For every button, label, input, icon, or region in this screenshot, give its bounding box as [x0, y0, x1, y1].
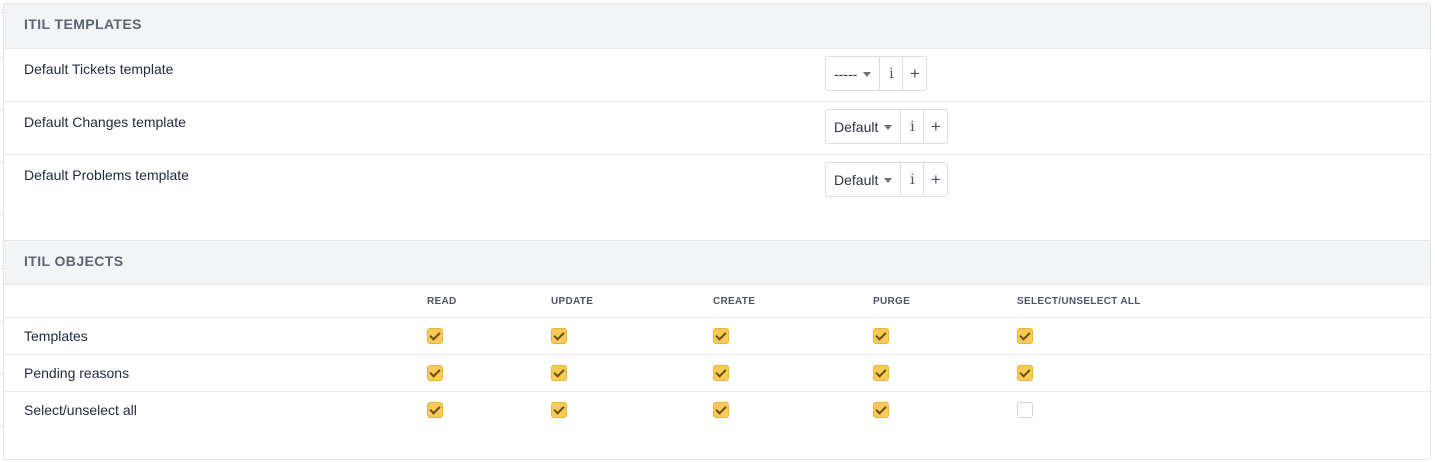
info-icon[interactable]: i	[901, 110, 925, 143]
default-changes-template-control: Default i +	[825, 109, 949, 144]
default-tickets-template-control: ----- i +	[825, 56, 928, 91]
plus-icon[interactable]: +	[903, 57, 926, 90]
default-changes-template-label: Default Changes template	[24, 114, 186, 130]
dropdown-value: -----	[834, 65, 858, 82]
read-checkbox[interactable]	[427, 328, 443, 344]
itil-templates-title: ITIL TEMPLATES	[24, 16, 142, 32]
itil-objects-title: ITIL OBJECTS	[24, 253, 124, 269]
read-checkbox[interactable]	[427, 402, 443, 418]
dropdown-value: Default	[834, 118, 879, 135]
read-checkbox[interactable]	[427, 365, 443, 381]
info-icon[interactable]: i	[880, 57, 904, 90]
plus-icon[interactable]: +	[924, 110, 947, 143]
chevron-down-icon	[884, 178, 893, 183]
default-tickets-template-row: Default Tickets template ----- i +	[4, 49, 1430, 102]
itil-templates-header: ITIL TEMPLATES	[4, 4, 1430, 49]
default-problems-template-dropdown[interactable]: Default	[826, 163, 902, 196]
info-icon[interactable]: i	[901, 163, 925, 196]
rights-row-label: Select/unselect all	[24, 402, 137, 418]
create-checkbox[interactable]	[713, 365, 729, 381]
column-header-select-all: SELECT/UNSELECT ALL	[1017, 296, 1141, 307]
default-tickets-template-dropdown[interactable]: -----	[826, 57, 881, 90]
plus-icon[interactable]: +	[924, 163, 947, 196]
update-checkbox[interactable]	[551, 402, 567, 418]
rights-row: Pending reasons	[4, 355, 1430, 392]
itil-objects-header: ITIL OBJECTS	[4, 240, 1430, 285]
select-all-checkbox[interactable]	[1017, 328, 1033, 344]
rights-row: Templates	[4, 318, 1430, 355]
default-problems-template-row: Default Problems template Default i +	[4, 155, 1430, 208]
update-checkbox[interactable]	[551, 365, 567, 381]
rights-row-label: Pending reasons	[24, 365, 130, 381]
purge-checkbox[interactable]	[873, 365, 889, 381]
select-all-checkbox[interactable]	[1017, 365, 1033, 381]
column-header-purge: PURGE	[873, 296, 911, 307]
default-changes-template-row: Default Changes template Default i +	[4, 102, 1430, 155]
column-header-create: CREATE	[713, 296, 756, 307]
update-checkbox[interactable]	[551, 328, 567, 344]
default-tickets-template-label: Default Tickets template	[24, 61, 174, 77]
rights-row-label: Templates	[24, 328, 88, 344]
default-problems-template-control: Default i +	[825, 162, 949, 197]
purge-checkbox[interactable]	[873, 328, 889, 344]
column-header-read: READ	[427, 296, 457, 307]
chevron-down-icon	[863, 72, 872, 77]
create-checkbox[interactable]	[713, 328, 729, 344]
rights-row: Select/unselect all	[4, 392, 1430, 429]
default-problems-template-label: Default Problems template	[24, 167, 189, 183]
profile-form-card: ITIL TEMPLATES Default Tickets template …	[3, 3, 1431, 460]
create-checkbox[interactable]	[713, 402, 729, 418]
select-all-checkbox[interactable]	[1017, 402, 1033, 418]
rights-column-headers: READ UPDATE CREATE PURGE SELECT/UNSELECT…	[4, 285, 1430, 318]
default-changes-template-dropdown[interactable]: Default	[826, 110, 902, 143]
column-header-update: UPDATE	[551, 296, 594, 307]
purge-checkbox[interactable]	[873, 402, 889, 418]
chevron-down-icon	[884, 125, 893, 130]
dropdown-value: Default	[834, 171, 879, 188]
